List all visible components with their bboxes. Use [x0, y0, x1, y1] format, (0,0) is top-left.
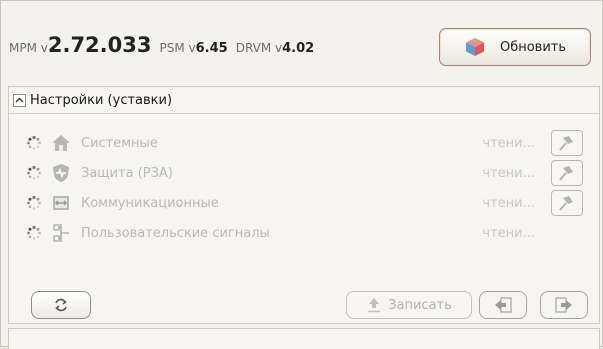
psm-version: 6.45 — [195, 41, 228, 56]
settings-row-protection[interactable]: Защита (РЗА) чтени... — [9, 158, 599, 188]
settings-panel-header: Настройки (уставки) — [9, 87, 599, 114]
home-icon — [52, 135, 70, 151]
refresh-icon — [55, 298, 67, 312]
drvm-version: 4.02 — [282, 41, 315, 56]
mpm-label: MPM v — [9, 41, 48, 55]
psm-label: PSM v — [159, 41, 196, 55]
refresh-button[interactable] — [31, 291, 91, 319]
version-info: MPM v 2.72.033 PSM v 6.45 DRVM v 4.02 — [9, 33, 322, 61]
next-panel-strip — [8, 328, 600, 349]
cube-icon — [465, 38, 484, 56]
write-button-label: Записать — [388, 297, 452, 313]
row-label: Системные — [81, 135, 158, 151]
collapse-button[interactable] — [13, 93, 26, 107]
import-icon — [495, 297, 512, 313]
pin-button[interactable] — [551, 190, 583, 216]
update-button[interactable]: Обновить — [439, 28, 591, 66]
loading-spinner-icon — [27, 165, 41, 180]
mpm-version: 2.72.033 — [47, 33, 152, 57]
pin-icon — [559, 166, 573, 181]
settings-row-communication[interactable]: Коммуникационные чтени... — [9, 188, 599, 218]
settings-panel: Настройки (уставки) Системные чтени... З… — [8, 86, 600, 324]
loading-spinner-icon — [27, 135, 41, 150]
write-button[interactable]: Записать — [346, 291, 472, 319]
row-status: чтени... — [482, 195, 535, 211]
pin-icon — [559, 136, 573, 151]
settings-row-system[interactable]: Системные чтени... — [9, 128, 599, 158]
row-status: чтени... — [482, 135, 535, 151]
shield-icon — [53, 164, 69, 182]
update-button-label: Обновить — [499, 39, 567, 55]
loading-spinner-icon — [27, 195, 41, 210]
chevron-up-icon — [15, 97, 24, 102]
row-label: Коммуникационные — [81, 195, 219, 211]
upload-icon — [368, 298, 381, 313]
settings-row-user-signals[interactable]: Пользовательские сигналы чтени... — [9, 218, 599, 248]
exchange-icon — [53, 196, 69, 210]
pin-icon — [559, 196, 573, 211]
row-status: чтени... — [482, 225, 535, 241]
export-button[interactable] — [540, 291, 588, 319]
row-status: чтени... — [482, 165, 535, 181]
signals-icon — [53, 224, 69, 242]
pin-button[interactable] — [551, 130, 583, 156]
pin-button[interactable] — [551, 160, 583, 186]
row-label: Защита (РЗА) — [81, 165, 173, 181]
drvm-label: DRVM v — [235, 41, 283, 55]
main-frame: MPM v 2.72.033 PSM v 6.45 DRVM v 4.02 Об… — [0, 0, 603, 349]
row-label: Пользовательские сигналы — [81, 225, 270, 241]
export-icon — [555, 297, 572, 313]
settings-panel-title: Настройки (уставки) — [30, 92, 173, 108]
import-button[interactable] — [479, 291, 527, 319]
loading-spinner-icon — [27, 225, 41, 240]
